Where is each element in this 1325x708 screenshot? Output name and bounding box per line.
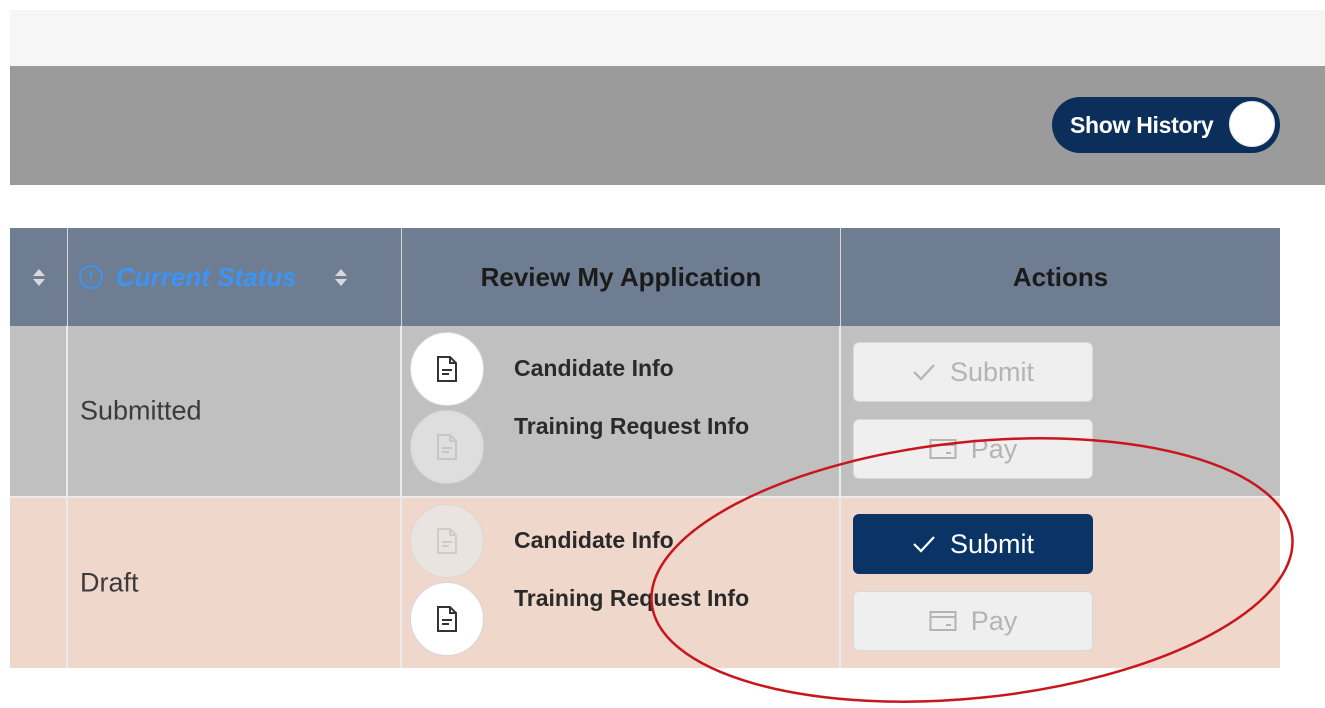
submit-button-label: Submit xyxy=(949,528,1035,559)
status-cell: Submitted xyxy=(68,326,402,496)
document-icon[interactable] xyxy=(410,410,484,484)
document-label[interactable]: Candidate Info xyxy=(514,522,754,558)
review-cell: Candidate Info Training Request Info xyxy=(402,326,841,496)
show-history-label: Show History xyxy=(1070,111,1214,138)
actions-cell: Submit Pay xyxy=(841,498,1280,668)
row-selector-cell xyxy=(10,498,68,668)
pay-button-label: Pay xyxy=(970,605,1018,636)
submit-button[interactable]: Submit xyxy=(853,342,1093,402)
document-label[interactable]: Training Request Info xyxy=(514,580,754,616)
actions-column-label: Actions xyxy=(1012,261,1109,292)
submit-button[interactable]: Submit xyxy=(853,514,1093,574)
document-label[interactable]: Training Request Info xyxy=(514,408,754,444)
sort-icon[interactable] xyxy=(32,268,45,286)
document-item[interactable]: Candidate Info xyxy=(402,328,841,408)
status-text: Draft xyxy=(80,567,139,598)
status-text: Submitted xyxy=(80,395,202,426)
check-icon xyxy=(913,364,935,381)
actions-column-header: Actions xyxy=(841,228,1280,326)
check-icon xyxy=(913,536,935,553)
pay-button[interactable]: Pay xyxy=(853,591,1093,651)
pay-button[interactable]: Pay xyxy=(853,419,1093,479)
row-selector-cell xyxy=(10,326,68,496)
show-history-toggle[interactable]: Show History xyxy=(1052,97,1280,153)
toggle-knob[interactable] xyxy=(1229,101,1275,147)
table-header-row: Current Status Review My Application Act… xyxy=(10,228,1280,326)
review-column-header: Review My Application xyxy=(402,228,841,326)
pay-button-label: Pay xyxy=(970,433,1018,464)
table-row: Draft Candidate Info Training Request In… xyxy=(10,498,1280,668)
document-icon[interactable] xyxy=(410,504,484,578)
table-row: Submitted Candidate Info Training Reques… xyxy=(10,326,1280,496)
review-column-label: Review My Application xyxy=(480,261,762,292)
current-status-header[interactable]: Current Status xyxy=(68,228,402,326)
card-icon xyxy=(929,439,957,459)
info-icon xyxy=(79,265,103,289)
card-icon xyxy=(929,611,957,631)
sort-column-header[interactable] xyxy=(10,228,68,326)
document-icon[interactable] xyxy=(410,582,484,656)
document-label[interactable]: Candidate Info xyxy=(514,350,754,386)
document-item[interactable]: Training Request Info xyxy=(402,582,841,662)
review-cell: Candidate Info Training Request Info xyxy=(402,498,841,668)
sort-icon[interactable] xyxy=(334,268,347,286)
document-icon[interactable] xyxy=(410,332,484,406)
submit-button-label: Submit xyxy=(949,356,1035,387)
top-strip xyxy=(10,10,1325,66)
status-cell: Draft xyxy=(68,498,402,668)
current-status-label: Current Status xyxy=(116,261,297,292)
actions-cell: Submit Pay xyxy=(841,326,1280,496)
document-item[interactable]: Training Request Info xyxy=(402,410,841,490)
document-item[interactable]: Candidate Info xyxy=(402,500,841,580)
